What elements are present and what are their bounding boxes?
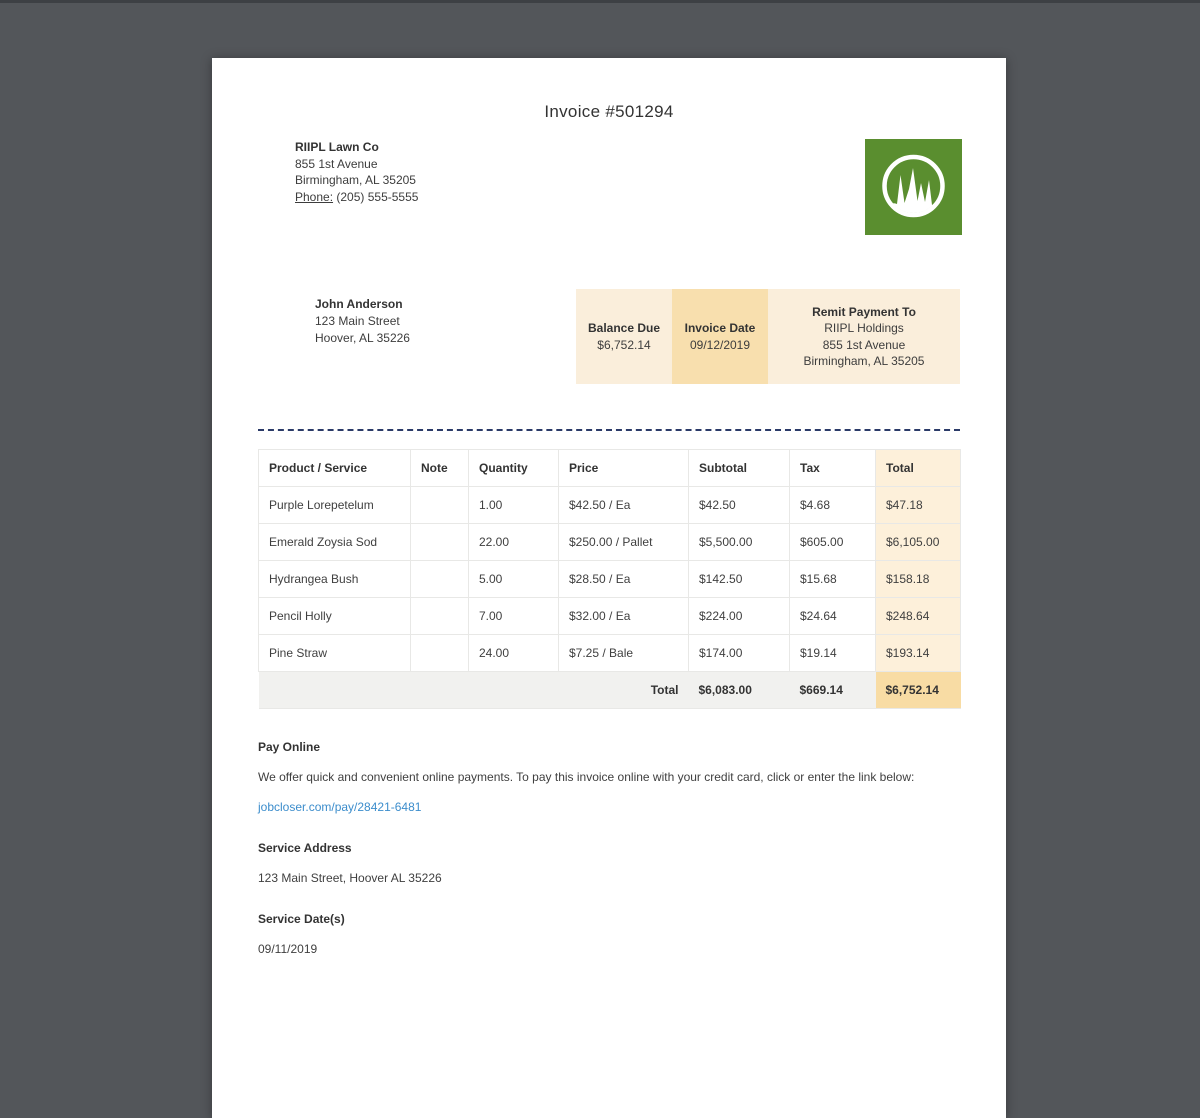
remit-line2: 855 1st Avenue [823,337,906,354]
company-address-line2: Birmingham, AL 35205 [295,172,418,189]
dotted-divider [258,429,960,431]
cell-price: $7.25 / Bale [559,635,689,672]
customer-address-line1: 123 Main Street [315,313,410,330]
table-row: Purple Lorepetelum 1.00 $42.50 / Ea $42.… [259,487,961,524]
invoice-date-value: 09/12/2019 [690,337,750,354]
cell-price: $250.00 / Pallet [559,524,689,561]
cell-tax: $15.68 [790,561,876,598]
cell-product: Pine Straw [259,635,411,672]
billing-section: John Anderson 123 Main Street Hoover, AL… [212,289,1006,384]
cell-subtotal: $142.50 [689,561,790,598]
cell-tax: $4.68 [790,487,876,524]
col-header-total: Total [876,450,961,487]
service-dates-section: Service Date(s) 09/11/2019 [258,912,960,956]
cell-total: $248.64 [876,598,961,635]
balance-due-box: Balance Due $6,752.14 [576,289,672,384]
cell-subtotal: $174.00 [689,635,790,672]
col-header-product: Product / Service [259,450,411,487]
pay-online-link[interactable]: jobcloser.com/pay/28421-6481 [258,800,421,814]
cell-product: Pencil Holly [259,598,411,635]
total-row-tax: $669.14 [790,672,876,709]
cell-price: $32.00 / Ea [559,598,689,635]
col-header-tax: Tax [790,450,876,487]
pay-online-heading: Pay Online [258,740,960,754]
company-name: RIIPL Lawn Co [295,139,418,156]
remit-payment-box: Remit Payment To RIIPL Holdings 855 1st … [768,289,960,384]
phone-value: (205) 555-5555 [336,190,418,204]
cell-quantity: 24.00 [469,635,559,672]
cell-product: Emerald Zoysia Sod [259,524,411,561]
cell-total: $158.18 [876,561,961,598]
cell-subtotal: $42.50 [689,487,790,524]
remit-line3: Birmingham, AL 35205 [804,353,925,370]
company-phone-line: Phone: (205) 555-5555 [295,189,418,206]
cell-note [411,487,469,524]
cell-quantity: 7.00 [469,598,559,635]
balance-due-value: $6,752.14 [597,337,650,354]
cell-tax: $19.14 [790,635,876,672]
cell-note [411,598,469,635]
table-header-row: Product / Service Note Quantity Price Su… [259,450,961,487]
table-row: Pine Straw 24.00 $7.25 / Bale $174.00 $1… [259,635,961,672]
invoice-date-label: Invoice Date [685,320,756,337]
cell-total: $193.14 [876,635,961,672]
col-header-subtotal: Subtotal [689,450,790,487]
balance-due-label: Balance Due [588,320,660,337]
invoice-header: RIIPL Lawn Co 855 1st Avenue Birmingham,… [212,139,1006,235]
service-address-value: 123 Main Street, Hoover AL 35226 [258,871,960,885]
service-dates-value: 09/11/2019 [258,942,960,956]
cell-price: $42.50 / Ea [559,487,689,524]
invoice-title: Invoice #501294 [212,102,1006,122]
col-header-quantity: Quantity [469,450,559,487]
customer-name: John Anderson [315,296,410,313]
cell-total: $6,105.00 [876,524,961,561]
cell-tax: $605.00 [790,524,876,561]
cell-subtotal: $224.00 [689,598,790,635]
line-items-table: Product / Service Note Quantity Price Su… [258,449,961,709]
service-address-section: Service Address 123 Main Street, Hoover … [258,841,960,885]
cell-quantity: 5.00 [469,561,559,598]
cell-price: $28.50 / Ea [559,561,689,598]
service-dates-heading: Service Date(s) [258,912,960,926]
window-top-edge [0,0,1200,3]
company-address-block: RIIPL Lawn Co 855 1st Avenue Birmingham,… [295,139,418,205]
cell-note [411,561,469,598]
cell-note [411,524,469,561]
remit-line1: RIIPL Holdings [824,320,904,337]
col-header-price: Price [559,450,689,487]
pay-online-section: Pay Online We offer quick and convenient… [258,740,960,814]
pay-online-description: We offer quick and convenient online pay… [258,770,960,784]
cell-subtotal: $5,500.00 [689,524,790,561]
total-row-subtotal: $6,083.00 [689,672,790,709]
company-address-line1: 855 1st Avenue [295,156,418,173]
table-row: Hydrangea Bush 5.00 $28.50 / Ea $142.50 … [259,561,961,598]
table-total-row: Total $6,083.00 $669.14 $6,752.14 [259,672,961,709]
cell-product: Hydrangea Bush [259,561,411,598]
phone-label: Phone: [295,190,333,204]
bill-to-block: John Anderson 123 Main Street Hoover, AL… [315,289,410,347]
cell-quantity: 22.00 [469,524,559,561]
customer-address-line2: Hoover, AL 35226 [315,330,410,347]
col-header-note: Note [411,450,469,487]
cell-product: Purple Lorepetelum [259,487,411,524]
cell-tax: $24.64 [790,598,876,635]
table-row: Emerald Zoysia Sod 22.00 $250.00 / Palle… [259,524,961,561]
invoice-summary-boxes: Balance Due $6,752.14 Invoice Date 09/12… [576,289,960,384]
cell-note [411,635,469,672]
service-address-heading: Service Address [258,841,960,855]
invoice-page: Invoice #501294 RIIPL Lawn Co 855 1st Av… [212,58,1006,1118]
invoice-date-box: Invoice Date 09/12/2019 [672,289,768,384]
total-row-label: Total [259,672,689,709]
cell-quantity: 1.00 [469,487,559,524]
remit-label: Remit Payment To [812,304,916,321]
company-logo grass-icon [865,139,962,235]
table-row: Pencil Holly 7.00 $32.00 / Ea $224.00 $2… [259,598,961,635]
total-row-total: $6,752.14 [876,672,961,709]
cell-total: $47.18 [876,487,961,524]
